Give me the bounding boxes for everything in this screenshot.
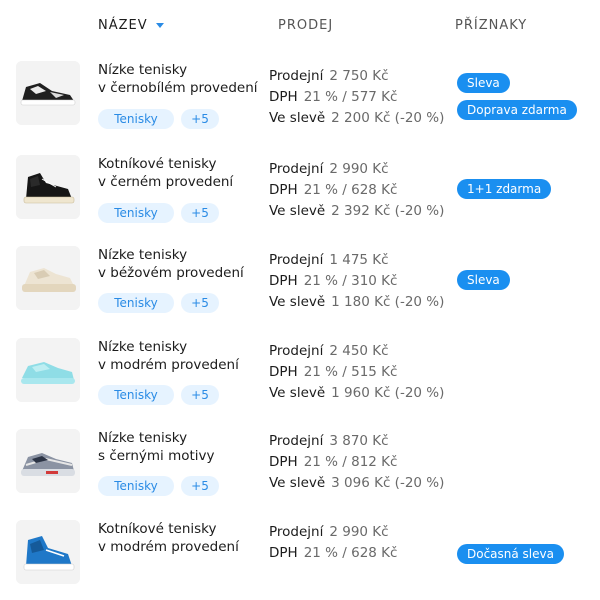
discount-value: 2 392 Kč (-20 %) xyxy=(331,203,445,219)
category-chip[interactable]: Tenisky xyxy=(98,109,174,129)
product-thumbnail[interactable] xyxy=(16,429,80,493)
price-value: 2 450 Kč xyxy=(329,343,389,359)
price-label: Prodejní xyxy=(269,68,324,84)
price-label: Prodejní xyxy=(269,161,324,177)
discount-label: Ve slevě xyxy=(269,203,326,219)
product-thumbnail[interactable] xyxy=(16,520,80,584)
price-label: Prodejní xyxy=(269,343,324,359)
product-name-line2: v modrém provedení xyxy=(98,357,239,373)
price-label: Prodejní xyxy=(269,252,324,268)
column-header-flags[interactable]: PŘÍZNAKY xyxy=(455,18,527,33)
flag-badge[interactable]: Sleva xyxy=(457,270,510,290)
category-chip[interactable]: Tenisky xyxy=(98,385,174,405)
vat-value: 21 % / 628 Kč xyxy=(303,182,398,198)
table-row[interactable]: Kotníkové tenisky v černém provedení Ten… xyxy=(0,155,600,245)
vat-label: DPH xyxy=(269,545,298,561)
sneaker-image xyxy=(16,155,80,219)
product-thumbnail[interactable] xyxy=(16,61,80,125)
product-name-line1: Nízke tenisky xyxy=(98,62,188,78)
product-name-line1: Kotníkové tenisky xyxy=(98,156,217,172)
table-row[interactable]: Nízke tenisky v modrém provedení Tenisky… xyxy=(0,338,600,428)
flag-badge[interactable]: Dočasná sleva xyxy=(457,544,564,564)
column-header-name-label: NÁZEV xyxy=(98,18,148,33)
product-name[interactable]: Nízke tenisky v béžovém provedení xyxy=(98,246,244,282)
discount-value: 2 200 Kč (-20 %) xyxy=(331,110,445,126)
product-name[interactable]: Kotníkové tenisky v modrém provedení xyxy=(98,520,239,556)
sneaker-image xyxy=(16,246,80,310)
price-label: Prodejní xyxy=(269,524,324,540)
sneaker-image xyxy=(16,61,80,125)
more-categories-chip[interactable]: +5 xyxy=(181,293,219,313)
vat-value: 21 % / 628 Kč xyxy=(303,545,398,561)
price-value: 2 750 Kč xyxy=(329,68,389,84)
table-row[interactable]: Kotníkové tenisky v modrém provedení Pro… xyxy=(0,520,600,600)
product-thumbnail[interactable] xyxy=(16,155,80,219)
vat-label: DPH xyxy=(269,454,298,470)
product-name-line2: v černobílém provedení xyxy=(98,80,258,96)
vat-value: 21 % / 812 Kč xyxy=(303,454,398,470)
sales-info: Prodejní 2 750 Kč DPH 21 % / 577 Kč Ve sle… xyxy=(269,66,444,129)
product-name[interactable]: Nízke tenisky v modrém provedení xyxy=(98,338,239,374)
more-categories-chip[interactable]: +5 xyxy=(181,203,219,223)
discount-label: Ve slevě xyxy=(269,294,326,310)
discount-value: 3 096 Kč (-20 %) xyxy=(331,475,445,491)
flag-badge[interactable]: Sleva xyxy=(457,73,510,93)
sneaker-image xyxy=(16,520,80,584)
sales-info: Prodejní 1 475 Kč DPH 21 % / 310 Kč Ve sle… xyxy=(269,250,444,313)
sales-info: Prodejní 3 870 Kč DPH 21 % / 812 Kč Ve sle… xyxy=(269,431,444,494)
vat-value: 21 % / 310 Kč xyxy=(303,273,398,289)
product-name[interactable]: Nízke tenisky v černobílém provedení xyxy=(98,61,258,97)
product-thumbnail[interactable] xyxy=(16,338,80,402)
vat-label: DPH xyxy=(269,89,298,105)
more-categories-chip[interactable]: +5 xyxy=(181,476,219,496)
price-label: Prodejní xyxy=(269,433,324,449)
price-value: 1 475 Kč xyxy=(329,252,389,268)
sales-info: Prodejní 2 450 Kč DPH 21 % / 515 Kč Ve sle… xyxy=(269,341,444,404)
column-header-name[interactable]: NÁZEV xyxy=(98,18,164,33)
table-row[interactable]: Nízke tenisky v černobílém provedení Ten… xyxy=(0,61,600,151)
product-name[interactable]: Nízke tenisky s černými motivy xyxy=(98,429,215,465)
vat-value: 21 % / 577 Kč xyxy=(303,89,398,105)
price-value: 2 990 Kč xyxy=(329,161,389,177)
category-chip[interactable]: Tenisky xyxy=(98,293,174,313)
discount-label: Ve slevě xyxy=(269,475,326,491)
product-name-line1: Nízke tenisky xyxy=(98,430,188,446)
discount-label: Ve slevě xyxy=(269,110,326,126)
product-name-line2: v modrém provedení xyxy=(98,539,239,555)
more-categories-chip[interactable]: +5 xyxy=(181,109,219,129)
vat-value: 21 % / 515 Kč xyxy=(303,364,398,380)
vat-label: DPH xyxy=(269,182,298,198)
sales-info: Prodejní 2 990 Kč DPH 21 % / 628 Kč Ve sle… xyxy=(269,159,444,222)
product-name-line2: v béžovém provedení xyxy=(98,265,244,281)
product-name-line2: v černém provedení xyxy=(98,174,234,190)
discount-value: 1 960 Kč (-20 %) xyxy=(331,385,445,401)
product-name-line1: Nízke tenisky xyxy=(98,339,188,355)
sales-info: Prodejní 2 990 Kč DPH 21 % / 628 Kč xyxy=(269,522,397,564)
discount-label: Ve slevě xyxy=(269,385,326,401)
column-header-sales[interactable]: PRODEJ xyxy=(278,18,333,33)
table-header: NÁZEV PRODEJ PŘÍZNAKY xyxy=(0,0,600,52)
vat-label: DPH xyxy=(269,364,298,380)
product-thumbnail[interactable] xyxy=(16,246,80,310)
product-name-line1: Kotníkové tenisky xyxy=(98,521,217,537)
more-categories-chip[interactable]: +5 xyxy=(181,385,219,405)
price-value: 3 870 Kč xyxy=(329,433,389,449)
sneaker-image xyxy=(16,429,80,493)
vat-label: DPH xyxy=(269,273,298,289)
sneaker-image xyxy=(16,338,80,402)
flag-badge[interactable]: 1+1 zdarma xyxy=(457,179,552,199)
table-row[interactable]: Nízke tenisky s černými motivy Tenisky +… xyxy=(0,429,600,519)
product-name-line2: s černými motivy xyxy=(98,448,215,464)
product-name[interactable]: Kotníkové tenisky v černém provedení xyxy=(98,155,233,191)
product-name-line1: Nízke tenisky xyxy=(98,247,188,263)
category-chip[interactable]: Tenisky xyxy=(98,476,174,496)
sort-descending-icon[interactable] xyxy=(155,23,164,28)
discount-value: 1 180 Kč (-20 %) xyxy=(331,294,445,310)
flag-badge[interactable]: Doprava zdarma xyxy=(457,100,577,120)
price-value: 2 990 Kč xyxy=(329,524,389,540)
table-row[interactable]: Nízke tenisky v béžovém provedení Tenisk… xyxy=(0,246,600,336)
category-chip[interactable]: Tenisky xyxy=(98,203,174,223)
